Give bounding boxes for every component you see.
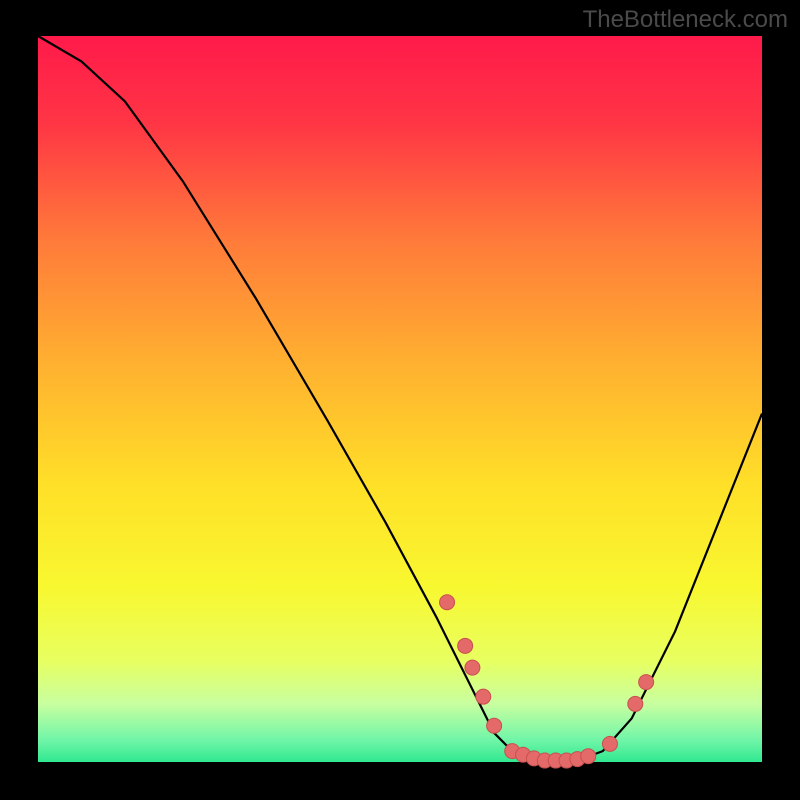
data-point: [476, 689, 491, 704]
data-point: [602, 736, 617, 751]
data-point: [639, 675, 654, 690]
data-point: [487, 718, 502, 733]
data-point: [581, 749, 596, 764]
plot-area: [38, 36, 762, 762]
data-point: [628, 696, 643, 711]
data-point: [458, 638, 473, 653]
bottleneck-curve-chart: [0, 0, 800, 800]
chart-container: TheBottleneck.com: [0, 0, 800, 800]
data-point: [440, 595, 455, 610]
data-point: [465, 660, 480, 675]
watermark-text: TheBottleneck.com: [583, 6, 788, 34]
